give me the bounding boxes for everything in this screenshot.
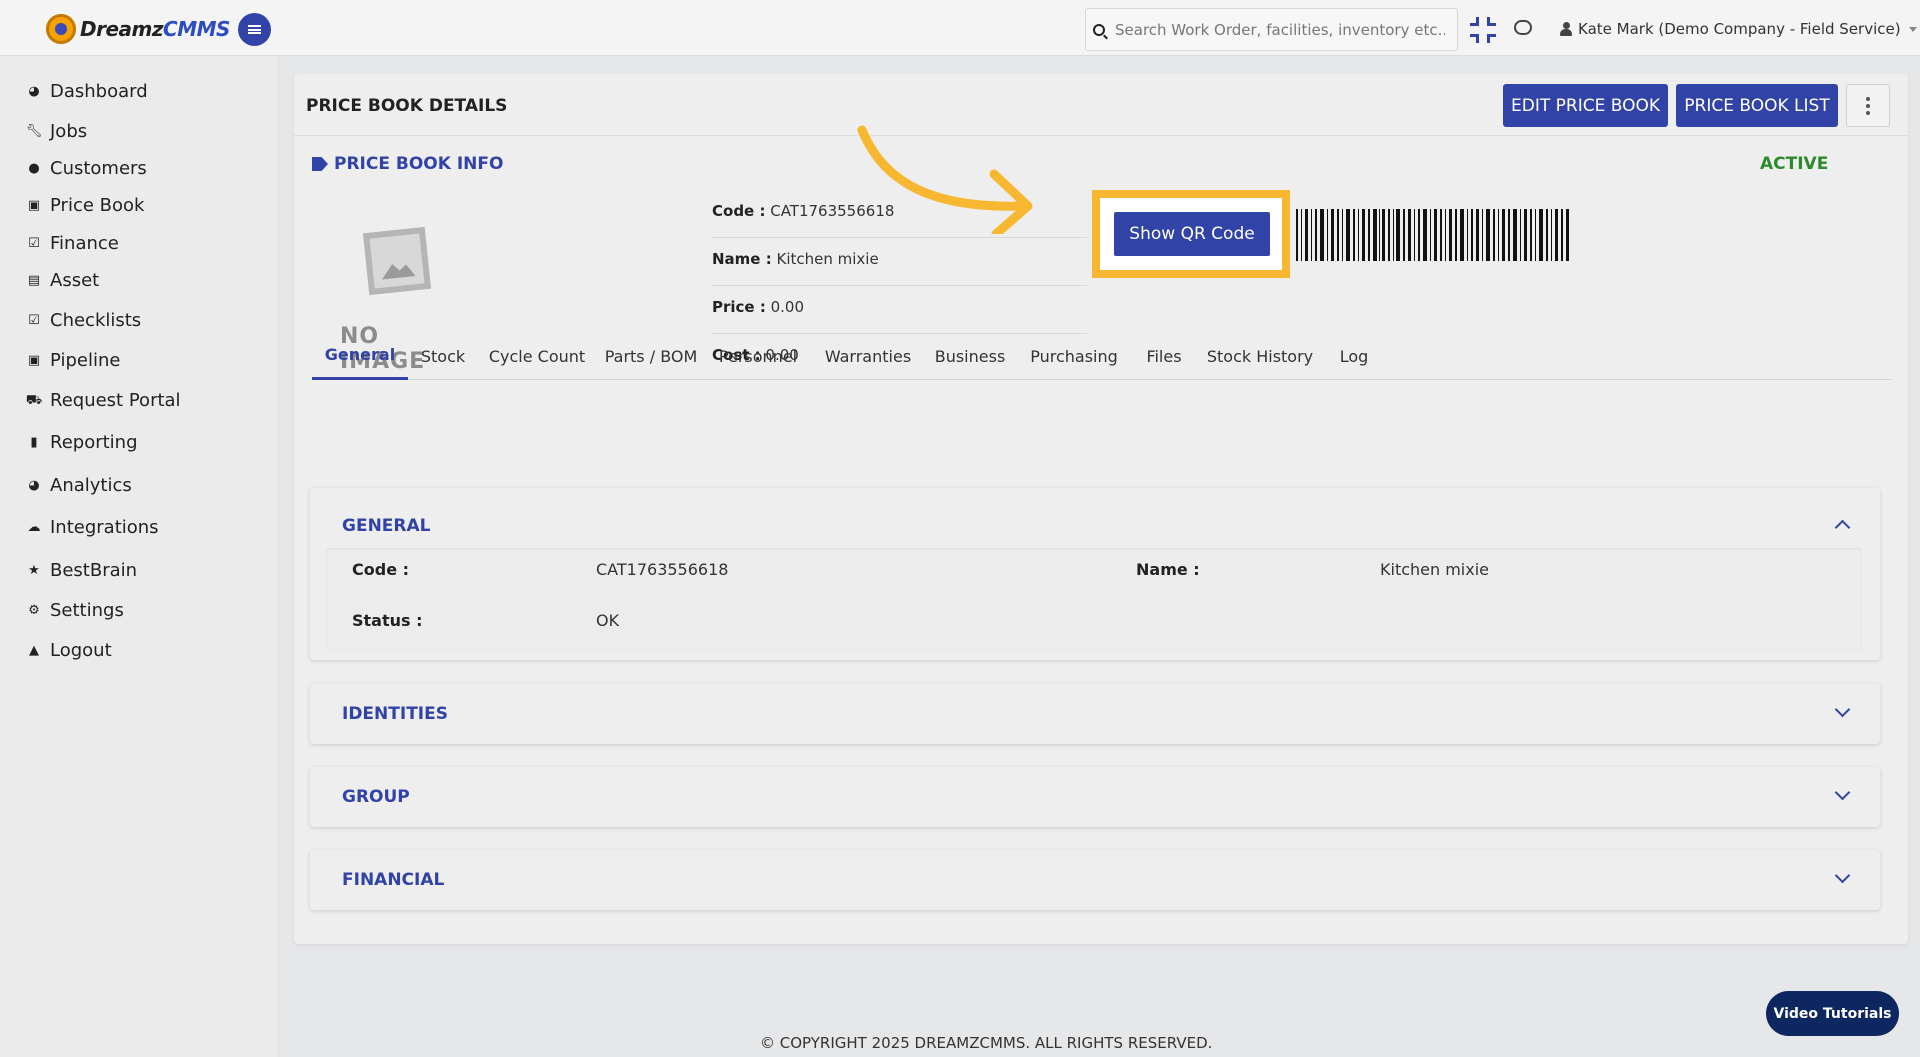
sidebar-item-reporting[interactable]: ▮ Reporting: [26, 429, 137, 455]
sidebar-item-bestbrain[interactable]: ★ BestBrain: [26, 557, 137, 583]
wrench-icon: 🔧︎: [25, 123, 43, 139]
price-book-info-title: PRICE BOOK INFO: [312, 154, 503, 174]
sidebar-item-logout[interactable]: ▲ Logout: [26, 637, 112, 663]
sidebar-item-settings[interactable]: ⚙ Settings: [26, 597, 124, 623]
sidebar-item-pipeline[interactable]: ▣ Pipeline: [26, 347, 121, 373]
tab-stock[interactable]: Stock: [408, 332, 478, 380]
tachometer-icon: ◕: [28, 83, 40, 99]
tachometer-icon: ◕: [28, 477, 40, 493]
chevron-down-icon[interactable]: [1834, 784, 1851, 801]
general-section: GENERAL Code : CAT1763556618 Name : Kitc…: [310, 488, 1880, 660]
search-input[interactable]: [1115, 20, 1445, 39]
tags-icon: [312, 157, 328, 171]
user-menu[interactable]: Kate Mark (Demo Company - Field Service): [1560, 20, 1917, 38]
chevron-down-icon[interactable]: [1834, 701, 1851, 718]
app-logo[interactable]: DreamzCMMS: [46, 14, 230, 44]
tab-personnel[interactable]: Personnel: [708, 332, 808, 380]
edit-price-book-button[interactable]: EDIT PRICE BOOK: [1503, 84, 1668, 127]
tab-parts-bom[interactable]: Parts / BOM: [598, 332, 704, 380]
search-icon: [1093, 23, 1105, 36]
hamburger-icon: [248, 25, 261, 34]
general-section-title[interactable]: GENERAL: [342, 516, 431, 536]
chat-icon[interactable]: [1514, 20, 1532, 35]
sidebar-item-dashboard[interactable]: ◕ Dashboard: [26, 78, 147, 104]
detail-tabs: General Stock Cycle Count Parts / BOM Pe…: [312, 332, 1892, 380]
money-icon: ▣: [27, 197, 41, 213]
tab-cycle-count[interactable]: Cycle Count: [482, 332, 592, 380]
tab-business[interactable]: Business: [928, 332, 1012, 380]
tab-stock-history[interactable]: Stock History: [1196, 332, 1324, 380]
user-name: Kate Mark (Demo Company - Field Service): [1578, 20, 1901, 38]
name-label: Name :: [1136, 560, 1200, 579]
cart-icon: ⛟: [25, 392, 43, 408]
footer-copyright: © COPYRIGHT 2025 DREAMZCMMS. ALL RIGHTS …: [760, 1034, 1213, 1052]
chevron-down-icon[interactable]: [1834, 867, 1851, 884]
global-search[interactable]: [1085, 8, 1458, 51]
sidebar-item-jobs[interactable]: 🔧︎ Jobs: [26, 118, 87, 144]
group-section[interactable]: GROUP: [310, 767, 1880, 827]
general-section-body: Code : CAT1763556618 Name : Kitchen mixi…: [326, 548, 1862, 652]
price-book-details-card: PRICE BOOK DETAILS EDIT PRICE BOOK PRICE…: [294, 74, 1908, 944]
menu-toggle-button[interactable]: [238, 13, 271, 46]
sidebar: ◕ Dashboard 🔧︎ Jobs ● Customers ▣ Price Book…: [0, 56, 279, 1057]
file-icon: ▮: [30, 434, 38, 450]
sidebar-item-price-book[interactable]: ▣ Price Book: [26, 192, 145, 218]
price-book-list-button[interactable]: PRICE BOOK LIST: [1676, 84, 1838, 127]
show-qr-code-button[interactable]: Show QR Code: [1114, 212, 1270, 256]
user-icon: ▲: [29, 642, 39, 658]
gear-icon: ⚙: [28, 602, 40, 618]
user-icon: [1560, 22, 1572, 36]
users-icon: ●: [28, 160, 40, 176]
money-icon: ▣: [27, 352, 41, 368]
status-label: Status :: [352, 611, 423, 630]
check-square-icon: ☑: [28, 235, 40, 251]
page-title: PRICE BOOK DETAILS: [306, 96, 508, 116]
tab-files[interactable]: Files: [1136, 332, 1192, 380]
card-header: PRICE BOOK DETAILS EDIT PRICE BOOK PRICE…: [294, 74, 1908, 136]
sidebar-item-asset[interactable]: ▤ Asset: [26, 267, 99, 293]
tab-log[interactable]: Log: [1328, 332, 1380, 380]
star-icon: ★: [28, 562, 40, 578]
tutorial-arrow-icon: [857, 125, 1033, 234]
logo-text: DreamzCMMS: [80, 17, 230, 41]
chevron-up-icon[interactable]: [1834, 519, 1851, 536]
barcode-image: [1296, 209, 1569, 261]
identities-section-title: IDENTITIES: [342, 704, 448, 724]
caret-down-icon: [1908, 26, 1917, 32]
info-field-price: Price : 0.00: [712, 286, 1087, 334]
tab-general[interactable]: General: [312, 332, 408, 380]
financial-section-title: FINANCIAL: [342, 870, 445, 890]
group-section-title: GROUP: [342, 787, 410, 807]
identities-section[interactable]: IDENTITIES: [310, 684, 1880, 744]
sidebar-item-finance[interactable]: ☑ Finance: [26, 230, 119, 256]
code-label: Code :: [352, 560, 410, 579]
sidebar-item-integrations[interactable]: ☁ Integrations: [26, 514, 159, 540]
code-value: CAT1763556618: [596, 560, 729, 579]
image-placeholder-icon: [362, 226, 432, 296]
qr-code-highlight: Show QR Code: [1092, 190, 1290, 278]
status-badge: ACTIVE: [1760, 154, 1829, 174]
info-field-name: Name : Kitchen mixie: [712, 238, 1087, 286]
sidebar-item-customers[interactable]: ● Customers: [26, 155, 146, 181]
more-options-icon[interactable]: [1846, 84, 1890, 127]
cloud-icon: ☁: [27, 519, 41, 535]
scan-icon[interactable]: [1470, 17, 1496, 43]
tab-purchasing[interactable]: Purchasing: [1016, 332, 1132, 380]
logo-gear-icon: [46, 14, 76, 44]
sidebar-item-analytics[interactable]: ◕ Analytics: [26, 472, 131, 498]
status-value: OK: [596, 611, 620, 630]
video-tutorials-button[interactable]: Video Tutorials: [1766, 991, 1899, 1036]
financial-section[interactable]: FINANCIAL: [310, 850, 1880, 910]
sidebar-item-request-portal[interactable]: ⛟ Request Portal: [26, 387, 181, 413]
sidebar-item-checklists[interactable]: ☑ Checklists: [26, 307, 141, 333]
check-square-icon: ☑: [28, 312, 40, 328]
name-value: Kitchen mixie: [1380, 560, 1490, 579]
tab-warranties[interactable]: Warranties: [812, 332, 924, 380]
archive-icon: ▤: [27, 272, 41, 288]
top-bar: DreamzCMMS Kate Mark (Demo Company - Fie…: [0, 0, 1920, 56]
